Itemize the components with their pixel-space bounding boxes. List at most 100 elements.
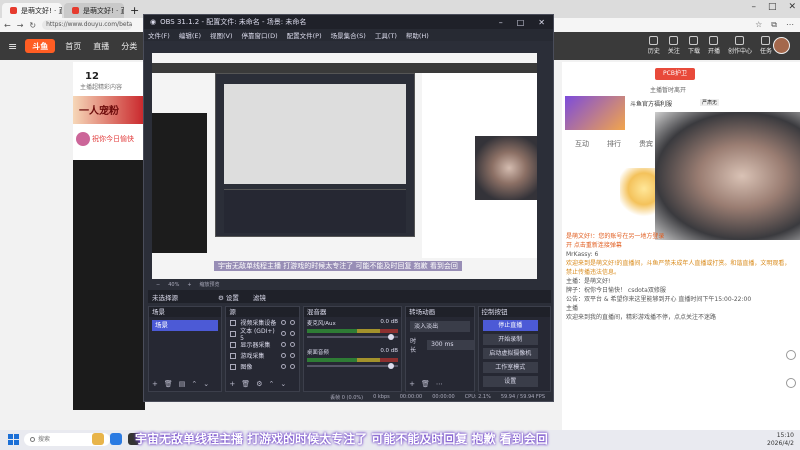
menu-tools[interactable]: 工具(T) xyxy=(375,30,397,40)
start-live-button[interactable]: 开播 xyxy=(708,36,720,55)
transition-select[interactable]: 淡入淡出 xyxy=(410,321,470,332)
maximize-icon[interactable]: □ xyxy=(768,2,777,12)
reload-icon[interactable]: ↻ xyxy=(29,21,36,30)
duration-input[interactable]: 300 ms xyxy=(427,340,474,350)
browser-tab-douyu-1[interactable]: 是萌文好! · 直播 xyxy=(2,3,62,18)
volume-slider[interactable] xyxy=(306,334,399,340)
obs-preview-canvas[interactable]: 宇宙无敌单线程主播 打游戏的时候太专注了 可能不能及时回复 抱歉 看到会回 xyxy=(152,53,537,279)
source-label: 图像 xyxy=(240,364,253,371)
tab-interact[interactable]: 互动 xyxy=(575,139,589,149)
zoom-in-icon[interactable]: + xyxy=(187,282,191,288)
windows-start-icon[interactable] xyxy=(8,434,19,445)
file-explorer-icon[interactable] xyxy=(92,433,104,445)
menu-edit[interactable]: 编辑(E) xyxy=(179,30,201,40)
back-to-top-icon[interactable] xyxy=(786,378,796,388)
move-down-icon[interactable]: ⌄ xyxy=(203,380,209,388)
add-icon[interactable]: + xyxy=(409,380,415,388)
scene-item[interactable]: 场景 xyxy=(152,320,219,331)
menu-file[interactable]: 文件(F) xyxy=(148,30,170,40)
hamburger-menu-icon[interactable]: ≡ xyxy=(8,40,17,53)
close-icon[interactable]: ✕ xyxy=(788,2,796,12)
menu-profile[interactable]: 配置文件(P) xyxy=(287,30,322,40)
avatar[interactable] xyxy=(773,37,790,54)
visibility-icon[interactable] xyxy=(280,353,286,358)
nav-live[interactable]: 直播 xyxy=(93,41,109,52)
source-item-game-capture[interactable]: 游戏采集 xyxy=(226,350,298,361)
more-icon[interactable]: ⋯ xyxy=(436,380,443,388)
volume-slider-handle[interactable] xyxy=(388,334,395,340)
remove-icon[interactable]: 🗑 xyxy=(164,380,173,388)
minimize-icon[interactable]: – xyxy=(499,18,503,27)
forward-icon[interactable]: → xyxy=(17,21,24,30)
menu-view[interactable]: 视图(V) xyxy=(210,30,233,40)
settings-button[interactable]: 设置 xyxy=(482,376,538,387)
tab-rank[interactable]: 排行 xyxy=(607,139,621,149)
start-virtual-camera-button[interactable]: 启动虚拟摄像机 xyxy=(482,348,538,359)
source-item-image[interactable]: 图像 xyxy=(226,361,298,372)
star-icon[interactable]: ☆ xyxy=(755,20,762,30)
source-item-display-capture[interactable]: 显示器采集 xyxy=(226,339,298,350)
lock-icon[interactable] xyxy=(289,342,295,347)
promo-banner[interactable]: 一人宠粉 xyxy=(73,96,145,124)
system-tray-clock[interactable]: 15:10 2026/4/2 xyxy=(767,432,794,448)
lock-icon[interactable] xyxy=(289,320,295,325)
chat-message: 欢迎来到我的直播间，精彩游戏播不停，点点关注不迷路 xyxy=(566,314,717,321)
filters-button[interactable]: 滤镜 xyxy=(253,292,266,302)
move-up-icon[interactable]: ⌃ xyxy=(191,380,197,388)
visibility-icon[interactable] xyxy=(280,342,286,347)
properties-button[interactable]: ⚙ 设置 xyxy=(218,292,239,302)
close-icon[interactable]: ✕ xyxy=(538,18,545,27)
lock-icon[interactable] xyxy=(289,353,295,358)
volume-slider-handle[interactable] xyxy=(388,363,395,369)
feedback-icon[interactable] xyxy=(786,350,796,360)
source-item-text[interactable]: 文本 (GDI+) 5 xyxy=(226,328,298,342)
remove-icon[interactable]: 🗑 xyxy=(241,380,250,388)
start-recording-button[interactable]: 开始录制 xyxy=(482,334,538,345)
overlay-caption: 宇宙无敌单线程主播 打游戏的时候太专注了 可能不能及时回复 抱歉 看到会回 xyxy=(135,432,548,446)
add-icon[interactable]: + xyxy=(152,380,158,388)
download-icon xyxy=(689,36,699,45)
volume-slider[interactable] xyxy=(306,363,399,369)
maximize-icon[interactable]: □ xyxy=(517,18,525,27)
new-tab-button[interactable]: + xyxy=(130,3,139,18)
menu-help[interactable]: 帮助(H) xyxy=(406,30,429,40)
browser-tab-douyu-2[interactable]: 是萌文好! · 直播 xyxy=(64,3,124,18)
history-button[interactable]: 历史 xyxy=(648,36,660,55)
zoom-out-icon[interactable]: − xyxy=(156,282,160,288)
recording-time: 00:00:00 xyxy=(399,394,423,400)
filter-icon[interactable]: ▤ xyxy=(179,380,186,388)
tasks-button[interactable]: 任务 xyxy=(760,36,772,55)
more-icon[interactable]: ⋯ xyxy=(786,20,794,30)
transition-duration: 时长 300 ms xyxy=(406,336,474,354)
remove-icon[interactable]: 🗑 xyxy=(421,380,430,388)
visibility-icon[interactable] xyxy=(280,320,286,325)
lock-icon[interactable] xyxy=(289,364,295,369)
no-source-selected: 未选择源 xyxy=(152,293,178,302)
menu-scene-collection[interactable]: 场景集合(S) xyxy=(331,30,366,40)
tab-vip[interactable]: 贵宾 xyxy=(639,139,653,149)
lock-icon[interactable] xyxy=(289,331,295,336)
minimize-icon[interactable]: – xyxy=(751,2,756,12)
url-field[interactable]: https://www.douyu.com/beta/1334760 xyxy=(42,20,133,30)
nav-category[interactable]: 分类 xyxy=(121,41,137,52)
extensions-icon[interactable]: ⧉ xyxy=(771,20,777,30)
nav-home[interactable]: 首页 xyxy=(65,41,81,52)
right-banner-image[interactable] xyxy=(565,96,625,130)
back-icon[interactable]: ← xyxy=(4,21,11,30)
menu-docks[interactable]: 停靠窗口(D) xyxy=(242,30,278,40)
move-up-icon[interactable]: ⌃ xyxy=(268,380,274,388)
follow-button[interactable]: 关注 xyxy=(668,36,680,55)
video-player-area[interactable] xyxy=(73,160,145,410)
studio-mode-button[interactable]: 工作室模式 xyxy=(482,362,538,373)
pcb-badge[interactable]: PCB护卫 xyxy=(655,68,695,80)
visibility-icon[interactable] xyxy=(280,331,286,336)
creator-center-button[interactable]: 创作中心 xyxy=(728,36,752,55)
add-icon[interactable]: + xyxy=(229,380,235,388)
move-down-icon[interactable]: ⌄ xyxy=(280,380,286,388)
download-button[interactable]: 下载 xyxy=(688,36,700,55)
visibility-icon[interactable] xyxy=(280,364,286,369)
gear-icon[interactable]: ⚙ xyxy=(256,380,262,388)
stop-streaming-button[interactable]: 停止直播 xyxy=(482,320,538,331)
edge-browser-icon[interactable] xyxy=(110,433,122,445)
douyu-logo[interactable]: 斗鱼 xyxy=(25,39,56,53)
